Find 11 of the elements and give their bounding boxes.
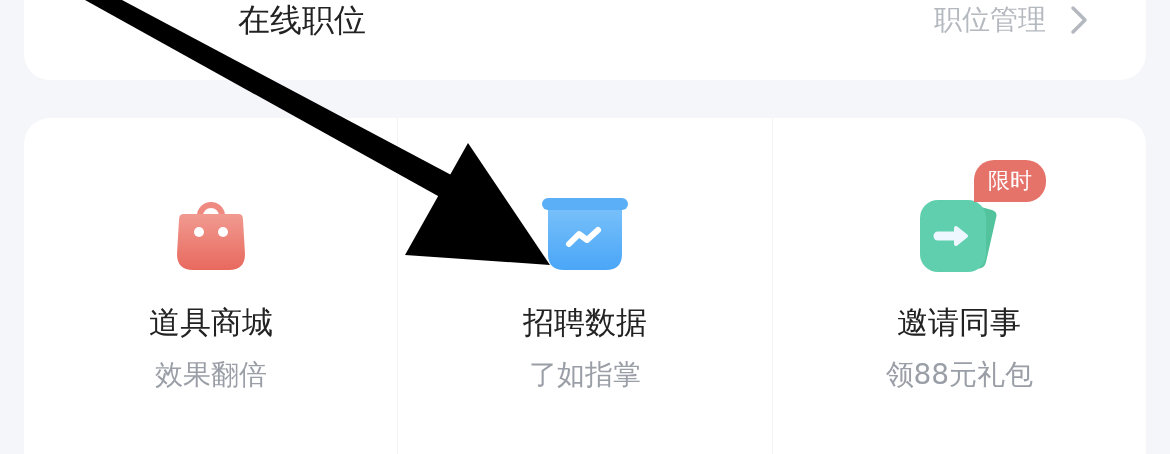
tool-subtitle: 领88元礼包 — [885, 357, 1034, 393]
arrow-card-icon[interactable] — [920, 198, 999, 272]
chevron-icon — [1070, 5, 1088, 35]
tool-subtitle: 效果翻倍 — [154, 357, 267, 393]
tool-title[interactable]: 道具商城 — [148, 302, 273, 344]
data-box-icon[interactable] — [542, 198, 628, 272]
tool-subtitle: 了如指掌 — [529, 357, 641, 393]
positions-title: 在线职位 — [238, 0, 366, 40]
limited-time-badge: 限时 — [974, 160, 1047, 202]
tool-title[interactable]: 招聘数据 — [523, 302, 647, 344]
tool-title[interactable]: 邀请同事 — [897, 302, 1022, 344]
